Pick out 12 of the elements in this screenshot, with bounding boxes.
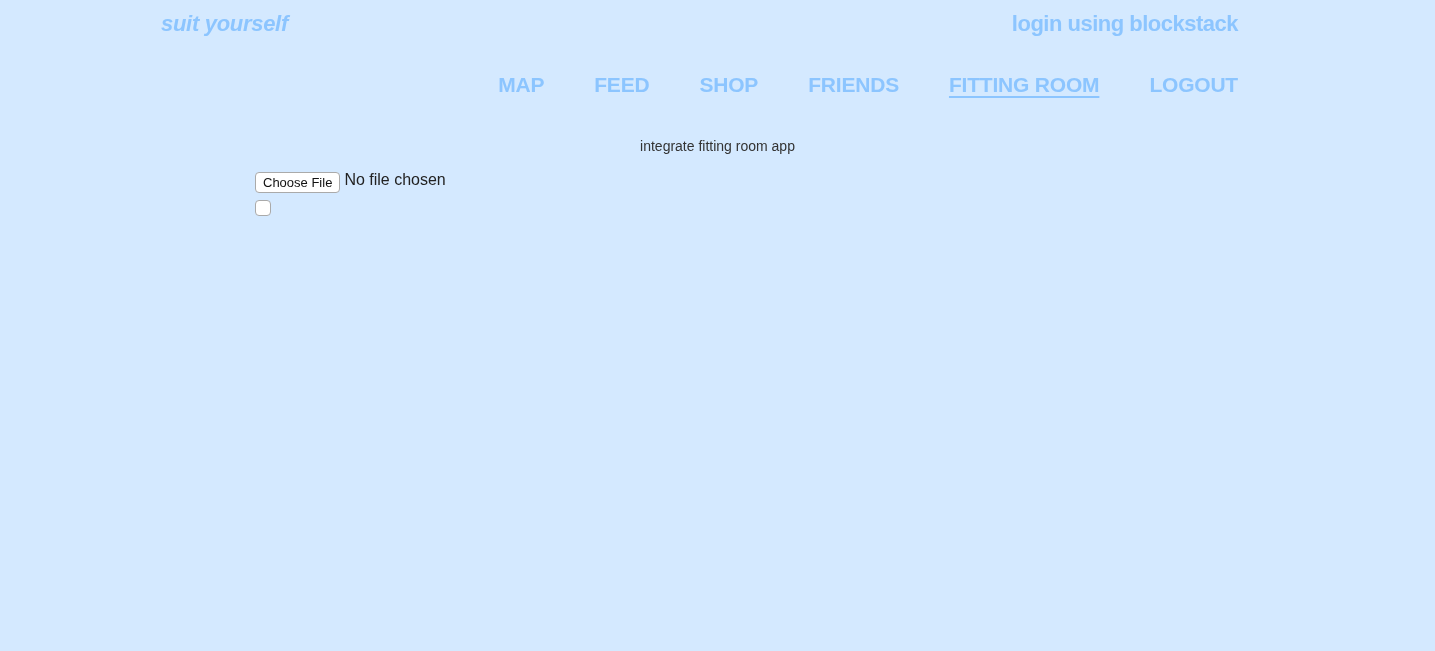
choose-file-button[interactable]: Choose File: [255, 172, 341, 193]
nav-link[interactable]: FITTING ROOM: [948, 72, 1100, 98]
nav-link[interactable]: MAP: [498, 72, 545, 98]
nav-link[interactable]: LOGOUT: [1149, 72, 1238, 98]
file-status-text: No file chosen: [344, 169, 446, 190]
nav-link[interactable]: FEED: [594, 72, 650, 98]
login-link[interactable]: login using blockstack: [1011, 10, 1238, 38]
page-heading: integrate fitting room app: [640, 137, 795, 156]
nav-link[interactable]: FRIENDS: [808, 72, 899, 98]
checkbox[interactable]: [255, 200, 271, 216]
nav-link[interactable]: SHOP: [699, 72, 759, 98]
site-logo[interactable]: suit yourself: [161, 10, 288, 38]
